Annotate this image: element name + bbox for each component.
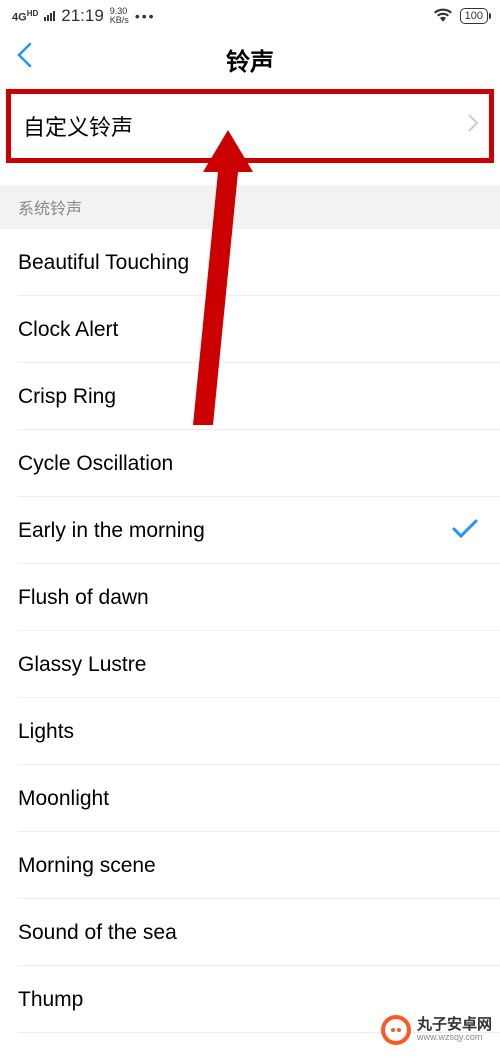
ringtone-name: Beautiful Touching [18, 251, 189, 275]
ringtone-name: Thump [18, 988, 83, 1012]
ringtone-item[interactable]: Beautiful Touching [0, 229, 500, 296]
section-header: 系统铃声 [0, 185, 500, 229]
ringtone-name: Flush of dawn [18, 586, 149, 610]
ringtone-name: Clock Alert [18, 318, 118, 342]
ringtone-item[interactable]: Crisp Ring [0, 363, 500, 430]
ringtone-item[interactable]: Glassy Lustre [0, 631, 500, 698]
ringtone-name: Lights [18, 720, 74, 744]
ringtone-name: Early in the morning [18, 519, 205, 543]
battery-icon: 100 [460, 8, 488, 24]
status-left: 4GHD 21:19 9.30 KB/s ••• [12, 6, 156, 26]
ringtone-name: Cycle Oscillation [18, 452, 173, 476]
custom-ringtone-row[interactable]: 自定义铃声 [6, 89, 494, 163]
status-bar: 4GHD 21:19 9.30 KB/s ••• 100 [0, 0, 500, 32]
ringtone-name: Morning scene [18, 854, 156, 878]
more-dots-icon: ••• [135, 8, 156, 24]
watermark-url: www.wzsqy.com [417, 1033, 492, 1043]
watermark-text: 丸子安卓网 www.wzsqy.com [417, 1017, 492, 1043]
ringtone-name: Crisp Ring [18, 385, 116, 409]
ringtone-item[interactable]: Moonlight [0, 765, 500, 832]
ringtone-list: Beautiful Touching Clock Alert Crisp Ring C… [0, 229, 500, 1033]
ringtone-item[interactable]: Morning scene [0, 832, 500, 899]
watermark-logo-icon [381, 1015, 411, 1045]
back-button[interactable] [16, 42, 32, 76]
ringtone-item[interactable]: Clock Alert [0, 296, 500, 363]
clock: 21:19 [61, 6, 104, 26]
ringtone-item[interactable]: Cycle Oscillation [0, 430, 500, 497]
checkmark-icon [452, 515, 478, 546]
watermark: 丸子安卓网 www.wzsqy.com [381, 1015, 492, 1045]
ringtone-item[interactable]: Early in the morning [0, 497, 500, 564]
ringtone-item[interactable]: Flush of dawn [0, 564, 500, 631]
ringtone-name: Moonlight [18, 787, 109, 811]
custom-ringtone-label: 自定义铃声 [23, 110, 133, 142]
wifi-icon [434, 8, 452, 25]
watermark-title: 丸子安卓网 [417, 1017, 492, 1034]
ringtone-name: Sound of the sea [18, 921, 177, 945]
page-title: 铃声 [0, 42, 500, 77]
ringtone-name: Glassy Lustre [18, 653, 146, 677]
chevron-right-icon [467, 112, 479, 140]
network-speed: 9.30 KB/s [110, 7, 129, 25]
ringtone-item[interactable]: Lights [0, 698, 500, 765]
network-label: 4GHD [12, 9, 38, 24]
nav-header: 铃声 [0, 32, 500, 86]
ringtone-item[interactable]: Sound of the sea [0, 899, 500, 966]
status-right: 100 [434, 8, 488, 25]
signal-icon [44, 11, 55, 21]
